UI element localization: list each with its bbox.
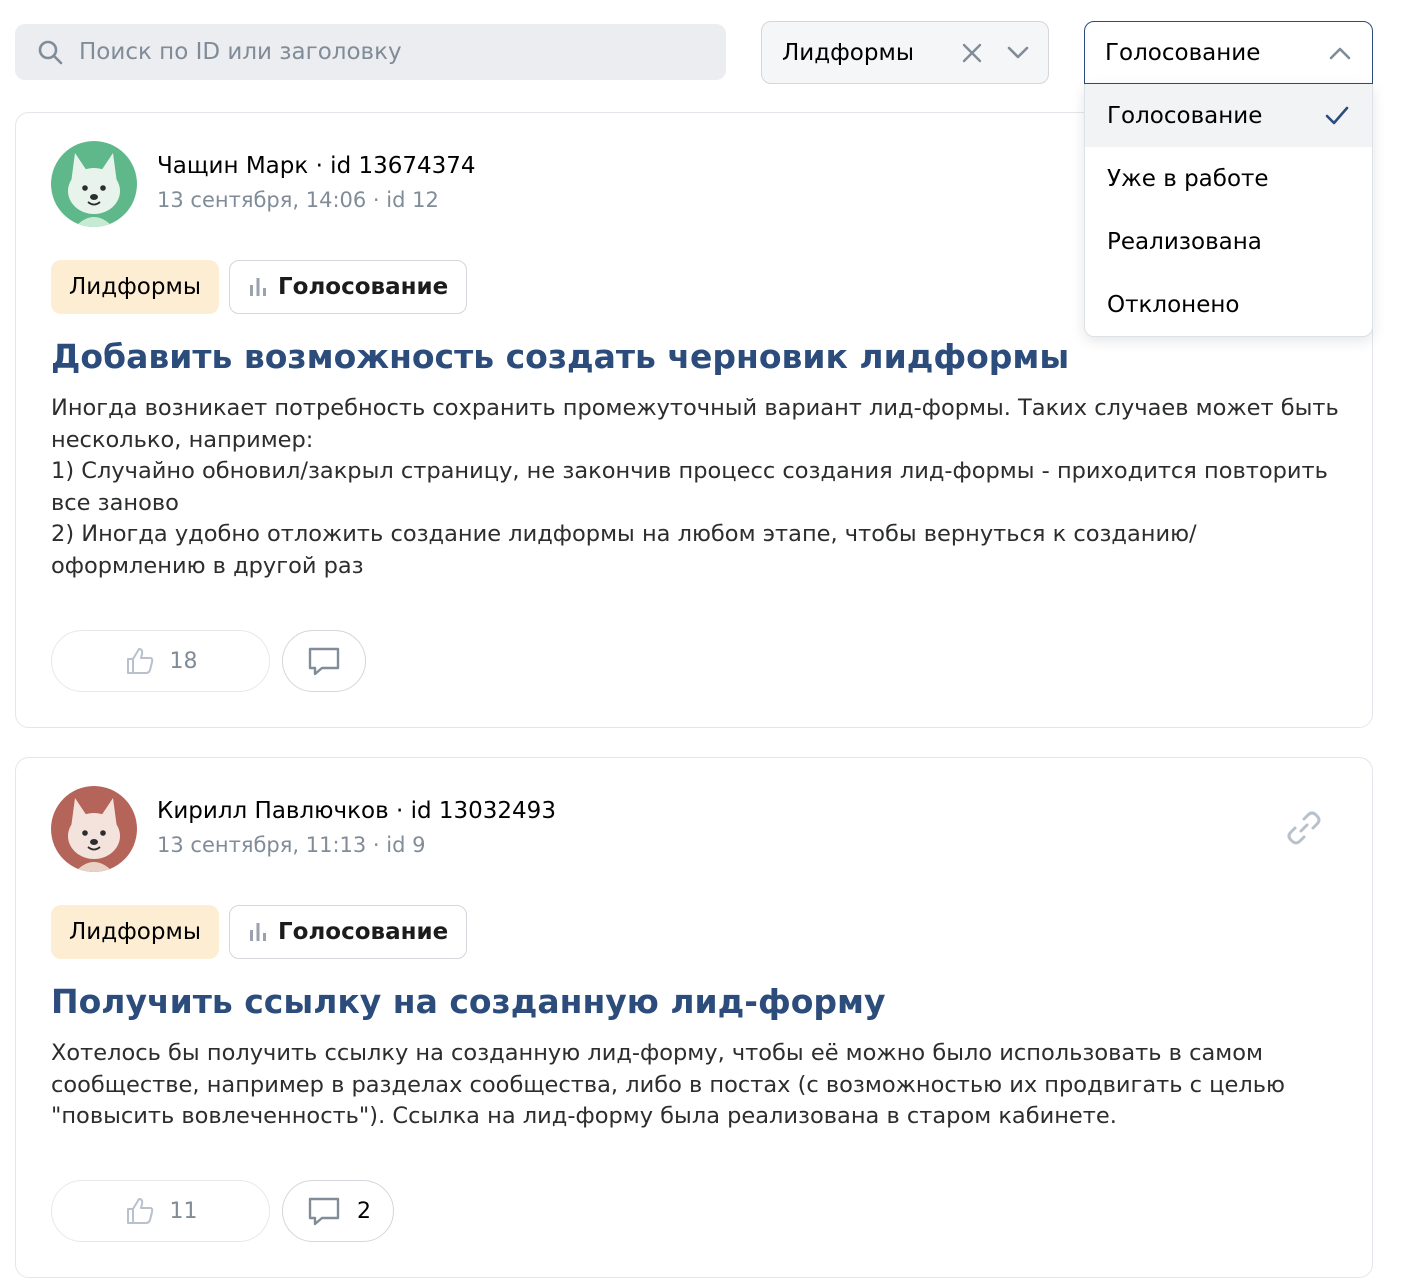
category-tag[interactable]: Лидформы	[51, 260, 219, 314]
post-meta: 13 сентября, 14:06 · id 12	[157, 188, 439, 212]
like-button[interactable]: 18	[51, 630, 270, 692]
status-tag-label: Голосование	[278, 274, 449, 300]
actions: 18	[51, 630, 366, 692]
thumbs-up-icon	[126, 648, 153, 674]
like-count: 11	[169, 1198, 198, 1224]
tags: Лидформы Голосование	[51, 905, 468, 959]
author-name[interactable]: Кирилл Павлючков · id 13032493	[157, 798, 556, 824]
check-icon	[1325, 106, 1349, 125]
thumbs-up-icon	[126, 1198, 153, 1224]
status-tag-label: Голосование	[278, 919, 449, 945]
search-icon	[38, 40, 63, 65]
author-name[interactable]: Чащин Марк · id 13674374	[157, 153, 476, 179]
status-tag[interactable]: Голосование	[229, 905, 468, 959]
status-option-implemented[interactable]: Реализована	[1085, 210, 1372, 273]
avatar-image	[51, 786, 137, 872]
chevron-up-icon[interactable]	[1326, 39, 1354, 67]
idea-card: Кирилл Павлючков · id 13032493 13 сентяб…	[15, 757, 1373, 1278]
like-button[interactable]: 11	[51, 1180, 270, 1242]
bars-icon	[250, 278, 266, 296]
bars-icon	[250, 923, 266, 941]
category-tag[interactable]: Лидформы	[51, 905, 219, 959]
comment-icon	[308, 1197, 340, 1226]
search-bar[interactable]	[15, 24, 726, 80]
tags: Лидформы Голосование	[51, 260, 468, 314]
option-label: Реализована	[1107, 228, 1262, 255]
like-count: 18	[169, 648, 198, 674]
comment-count: 2	[357, 1198, 371, 1224]
link-icon[interactable]	[1284, 808, 1324, 848]
category-filter-value: Лидформы	[782, 39, 914, 66]
comment-button[interactable]	[282, 630, 366, 692]
post-meta: 13 сентября, 11:13 · id 9	[157, 833, 426, 857]
status-dropdown: Голосование Уже в работе Реализована Отк…	[1084, 84, 1373, 337]
comment-button[interactable]: 2	[282, 1180, 394, 1242]
status-filter-select[interactable]: Голосование	[1084, 21, 1373, 84]
status-option-in-progress[interactable]: Уже в работе	[1085, 147, 1372, 210]
category-filter-select[interactable]: Лидформы	[761, 21, 1049, 84]
status-option-voting[interactable]: Голосование	[1085, 84, 1372, 147]
idea-title[interactable]: Получить ссылку на созданную лид-форму	[51, 982, 886, 1021]
option-label: Отклонено	[1107, 291, 1240, 318]
option-label: Голосование	[1107, 102, 1263, 129]
option-label: Уже в работе	[1107, 165, 1269, 192]
status-tag[interactable]: Голосование	[229, 260, 468, 314]
clear-icon[interactable]	[958, 39, 986, 67]
avatar[interactable]	[51, 141, 137, 227]
idea-description: Хотелось бы получить ссылку на созданную…	[51, 1040, 1285, 1129]
status-filter-value: Голосование	[1105, 39, 1261, 66]
idea-description: Иногда возникает потребность сохранить п…	[51, 395, 1339, 579]
avatar-image	[51, 141, 137, 227]
avatar[interactable]	[51, 786, 137, 872]
comment-icon	[308, 647, 340, 676]
status-option-rejected[interactable]: Отклонено	[1085, 273, 1372, 336]
idea-title[interactable]: Добавить возможность создать черновик ли…	[51, 337, 1069, 376]
actions: 11 2	[51, 1180, 394, 1242]
search-input[interactable]	[79, 39, 699, 65]
chevron-down-icon[interactable]	[1004, 39, 1032, 67]
